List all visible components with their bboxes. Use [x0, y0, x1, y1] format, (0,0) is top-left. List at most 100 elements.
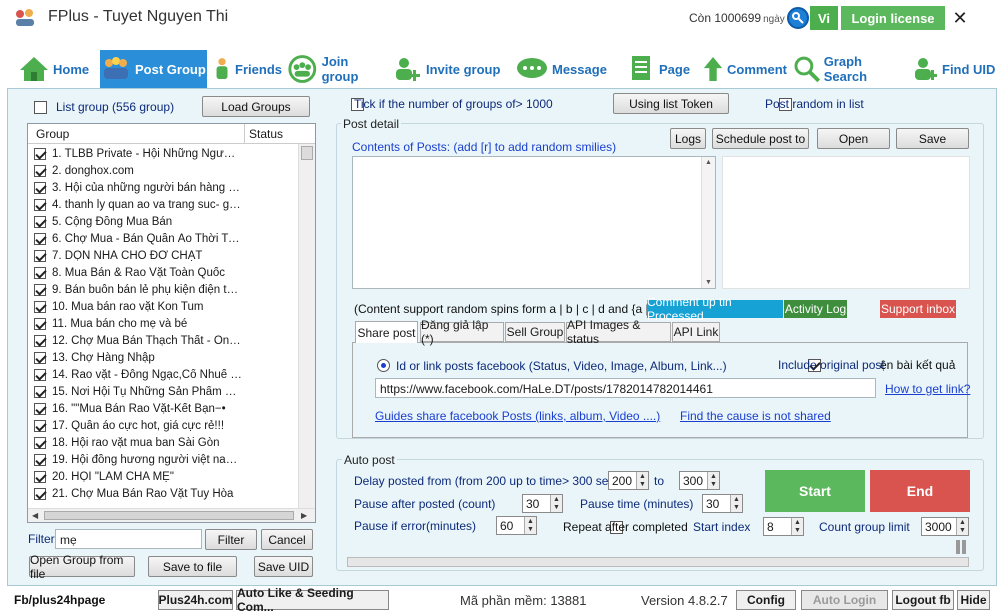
- fb-page-link[interactable]: Fb/plus24hpage: [14, 593, 105, 607]
- count-limit-spin[interactable]: ▲ ▼: [956, 518, 968, 535]
- group-row-checkbox[interactable]: [34, 420, 46, 432]
- group-row-checkbox[interactable]: [34, 369, 46, 381]
- group-list-horizontal-scrollbar[interactable]: ◀ ▶: [28, 508, 315, 522]
- group-row-checkbox[interactable]: [34, 471, 46, 483]
- auto-like-button[interactable]: Auto Like & Seeding Com...: [236, 586, 389, 612]
- horizontal-scroll-thumb[interactable]: [44, 511, 294, 520]
- delay-from-stepper[interactable]: 200 ▲ ▼: [608, 471, 649, 490]
- id-link-radio[interactable]: [377, 359, 390, 372]
- group-row[interactable]: 3. Hội của những người bán hàng online: [28, 180, 298, 197]
- group-row[interactable]: 2. donghox.com: [28, 163, 298, 180]
- scroll-thumb[interactable]: [301, 146, 313, 160]
- pause-after-stepper[interactable]: 30 ▲ ▼: [522, 494, 563, 513]
- group-row[interactable]: 7. DỌN NHÀ CHO ĐỠ CHẬT: [28, 248, 298, 265]
- delay-from-spin[interactable]: ▲ ▼: [636, 472, 648, 489]
- group-row[interactable]: 13. Chợ Hàng Nhập: [28, 350, 298, 367]
- delay-to-stepper[interactable]: 300 ▲ ▼: [679, 471, 720, 490]
- tab-friends[interactable]: Friends: [212, 50, 282, 88]
- load-groups-button[interactable]: Load Groups: [202, 96, 310, 117]
- group-row[interactable]: 6. Chợ Mua - Bán Quần Áo Thời Tran...: [28, 231, 298, 248]
- group-row-checkbox[interactable]: [34, 250, 46, 262]
- pause-time-stepper[interactable]: 30 ▲ ▼: [702, 494, 743, 513]
- group-row-checkbox[interactable]: [34, 352, 46, 364]
- group-row-checkbox[interactable]: [34, 318, 46, 330]
- auto-login-button[interactable]: Auto Login: [801, 590, 888, 610]
- content-scrollbar[interactable]: ▲ ▼: [701, 157, 715, 288]
- start-button[interactable]: Start: [765, 470, 865, 512]
- schedule-post-button[interactable]: Schedule post to: [712, 128, 809, 149]
- save-button[interactable]: Save: [896, 128, 969, 149]
- group-row-checkbox[interactable]: [34, 233, 46, 245]
- tab-post-group[interactable]: Post Group: [100, 50, 207, 88]
- subtab-api-images[interactable]: API Images & status: [566, 318, 671, 346]
- how-to-get-link[interactable]: How to get link?: [885, 382, 970, 396]
- open-button[interactable]: Open: [817, 128, 890, 149]
- post-url-input[interactable]: https://www.facebook.com/HaLe.DT/posts/1…: [375, 378, 876, 398]
- group-row[interactable]: 20. HỘI "LÀM CHA MẸ": [28, 469, 298, 486]
- start-index-stepper[interactable]: 8 ▲ ▼: [763, 517, 804, 536]
- group-row-checkbox[interactable]: [34, 182, 46, 194]
- group-row[interactable]: 5. Cộng Đồng Mua Bán: [28, 214, 298, 231]
- group-row-checkbox[interactable]: [34, 386, 46, 398]
- group-row[interactable]: 8. Mua Bán & Rao Vặt Toàn Quốc: [28, 265, 298, 282]
- pause-after-spin[interactable]: ▲ ▼: [550, 495, 562, 512]
- group-row-checkbox[interactable]: [34, 148, 46, 160]
- post-content-textarea[interactable]: ▲ ▼: [352, 156, 716, 289]
- group-row-checkbox[interactable]: [34, 267, 46, 279]
- group-row[interactable]: 19. Hội đồng hương người việt nam số...: [28, 452, 298, 469]
- support-inbox-button[interactable]: Support inbox: [880, 300, 956, 318]
- list-group-checkbox[interactable]: [34, 101, 47, 115]
- group-row-checkbox[interactable]: [34, 488, 46, 500]
- group-row[interactable]: 4. thanh ly quan ao va trang suc- girl b…: [28, 197, 298, 214]
- group-row-checkbox[interactable]: [34, 284, 46, 296]
- end-button[interactable]: End: [870, 470, 970, 512]
- delay-to-spin[interactable]: ▲ ▼: [707, 472, 719, 489]
- logs-button[interactable]: Logs: [670, 128, 706, 149]
- count-limit-stepper[interactable]: 3000 ▲ ▼: [921, 517, 969, 536]
- tab-join-group[interactable]: Join group: [286, 50, 386, 88]
- group-row[interactable]: 1. TLBB Private - Hội Những Người T...: [28, 146, 298, 163]
- find-cause-link[interactable]: Find the cause is not shared: [680, 409, 831, 423]
- tab-graph-search[interactable]: Graph Search: [793, 50, 908, 88]
- subtab-api-link[interactable]: API Link: [672, 322, 720, 342]
- open-group-from-file-button[interactable]: Open Group from file: [29, 553, 135, 581]
- group-row[interactable]: 9. Bán buôn bán lẻ phụ kiện điện tho...: [28, 282, 298, 299]
- using-list-token-button[interactable]: Using list Token: [613, 93, 729, 114]
- group-row-checkbox[interactable]: [34, 454, 46, 466]
- cancel-button[interactable]: Cancel: [261, 529, 313, 550]
- close-icon[interactable]: ✕: [950, 6, 970, 30]
- group-row-checkbox[interactable]: [34, 165, 46, 177]
- group-row-checkbox[interactable]: [34, 301, 46, 313]
- group-row[interactable]: 21. Chợ Mua Bán Rao Vặt Tuy Hòa: [28, 486, 298, 503]
- group-row-checkbox[interactable]: [34, 403, 46, 415]
- column-header-group[interactable]: Group: [36, 127, 69, 141]
- tab-page[interactable]: Page: [628, 50, 698, 88]
- start-index-spin[interactable]: ▲ ▼: [791, 518, 803, 535]
- scroll-up-icon[interactable]: ▲: [705, 159, 712, 166]
- filter-button[interactable]: Filter: [205, 529, 257, 550]
- pause-error-spin[interactable]: ▲ ▼: [524, 517, 536, 534]
- language-button[interactable]: Vi: [810, 6, 838, 30]
- activity-log-button[interactable]: Activity Log: [784, 300, 847, 318]
- subtab-sell-group[interactable]: Sell Group: [505, 322, 565, 342]
- group-row-checkbox[interactable]: [34, 199, 46, 211]
- hide-button[interactable]: Hide: [957, 590, 990, 610]
- group-list[interactable]: Group Status 1. TLBB Private - Hội Những…: [27, 123, 316, 523]
- tab-comment[interactable]: Comment: [702, 50, 787, 88]
- scroll-right-icon[interactable]: ▶: [301, 511, 307, 520]
- group-row[interactable]: 18. Hội rao vặt mua ban Sài Gòn: [28, 435, 298, 452]
- group-row[interactable]: 16. ""Mua Bán Rao Vặt-Kết Bạn−•: [28, 401, 298, 418]
- group-row-checkbox[interactable]: [34, 437, 46, 449]
- pause-error-stepper[interactable]: 60 ▲ ▼: [496, 516, 537, 535]
- save-uid-button[interactable]: Save UID: [254, 556, 313, 577]
- login-license-button[interactable]: Login license: [841, 6, 945, 30]
- config-button[interactable]: Config: [736, 590, 796, 610]
- subtab-dang-gia-lap[interactable]: Đăng giả lập (*): [420, 318, 504, 346]
- group-row[interactable]: 15. Nơi Hội Tụ Những Sản Phẩm CÔ...: [28, 384, 298, 401]
- preview-area[interactable]: [722, 156, 970, 289]
- group-row-checkbox[interactable]: [34, 335, 46, 347]
- tab-invite-group[interactable]: Invite group: [393, 50, 503, 88]
- tab-find-uid[interactable]: Find UID: [913, 50, 1001, 88]
- key-icon[interactable]: [787, 7, 809, 29]
- comment-up-button[interactable]: Comment up tin Processed: [647, 295, 783, 323]
